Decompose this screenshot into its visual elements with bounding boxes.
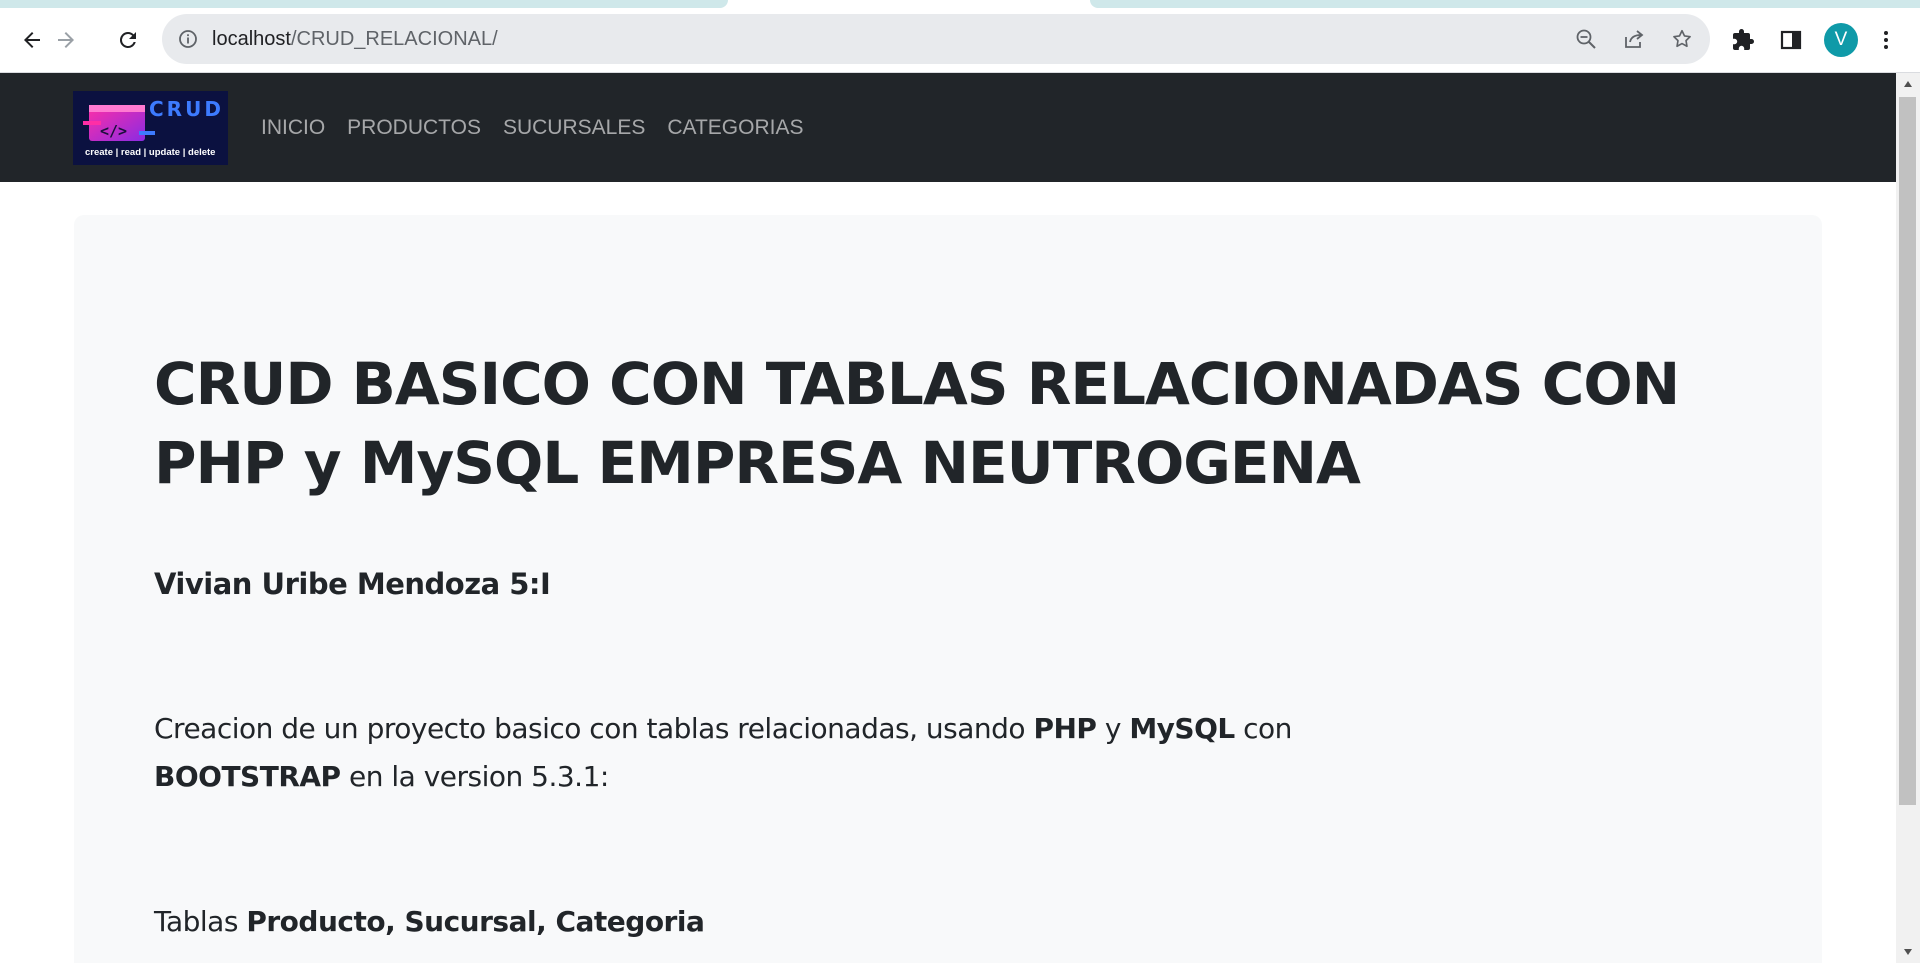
zoom-out-icon[interactable] xyxy=(1574,27,1598,51)
site-navbar: </> CRUD create | read | update | delete… xyxy=(0,73,1896,182)
hero-card: CRUD BASICO CON TABLAS RELACIONADAS CON … xyxy=(74,215,1822,963)
scroll-up-icon[interactable] xyxy=(1896,73,1920,95)
desc-text-1: Creacion de un proyecto basico con tabla… xyxy=(154,712,1034,745)
logo-tagline: create | read | update | delete xyxy=(85,147,216,158)
nav-link-categorias[interactable]: CATEGORIAS xyxy=(667,116,803,140)
star-icon[interactable] xyxy=(1670,27,1694,51)
back-arrow-icon[interactable] xyxy=(18,26,46,54)
reload-icon[interactable] xyxy=(114,26,142,54)
project-description: Creacion de un proyecto basico con tabla… xyxy=(154,705,1454,801)
tables-names: Producto, Sucursal, Categoria xyxy=(246,905,705,938)
info-icon[interactable] xyxy=(176,27,200,51)
url-path: /CRUD_RELACIONAL/ xyxy=(290,28,498,50)
nav-link-inicio[interactable]: INICIO xyxy=(261,116,325,140)
tab-left[interactable] xyxy=(0,0,728,8)
share-icon[interactable] xyxy=(1622,27,1646,51)
logo-word: CRUD xyxy=(149,97,224,121)
scroll-down-icon[interactable] xyxy=(1896,941,1920,963)
tab-right[interactable] xyxy=(1090,0,1920,8)
nav-link-sucursales[interactable]: SUCURSALES xyxy=(503,116,645,140)
desc-with: con xyxy=(1234,712,1292,745)
forward-arrow-icon[interactable] xyxy=(52,26,80,54)
desc-and: y xyxy=(1096,712,1130,745)
page-title: CRUD BASICO CON TABLAS RELACIONADAS CON … xyxy=(154,350,1680,497)
nav-link-productos[interactable]: PRODUCTOS xyxy=(347,116,481,140)
url-host: localhost xyxy=(212,28,291,50)
scrollbar-thumb[interactable] xyxy=(1899,97,1916,805)
side-panel-icon[interactable] xyxy=(1777,26,1805,54)
desc-php: PHP xyxy=(1033,712,1097,745)
desc-mysql: MySQL xyxy=(1129,712,1235,745)
browser-toolbar: localhost/CRUD_RELACIONAL/ V xyxy=(0,8,1920,73)
nav-links: INICIO PRODUCTOS SUCURSALES CATEGORIAS xyxy=(261,73,826,182)
desc-text-2: en la version 5.3.1: xyxy=(340,760,609,793)
url-text[interactable]: localhost/CRUD_RELACIONAL/ xyxy=(212,14,498,64)
tables-label: Tablas xyxy=(154,905,247,938)
address-bar[interactable]: localhost/CRUD_RELACIONAL/ xyxy=(162,14,1710,64)
profile-avatar[interactable]: V xyxy=(1824,23,1858,57)
brand-logo[interactable]: </> CRUD create | read | update | delete xyxy=(73,91,228,165)
author-name: Vivian Uribe Mendoza 5:I xyxy=(154,567,551,601)
page-scrollbar[interactable] xyxy=(1896,73,1920,963)
tab-strip xyxy=(0,0,1920,8)
logo-code-glyph: </> xyxy=(100,122,128,140)
tables-line: Tablas Producto, Sucursal, Categoria xyxy=(154,905,705,938)
page-viewport: </> CRUD create | read | update | delete… xyxy=(0,73,1896,963)
desc-bootstrap: BOOTSTRAP xyxy=(154,760,341,793)
kebab-menu-icon[interactable] xyxy=(1872,26,1900,54)
puzzle-icon[interactable] xyxy=(1729,26,1757,54)
